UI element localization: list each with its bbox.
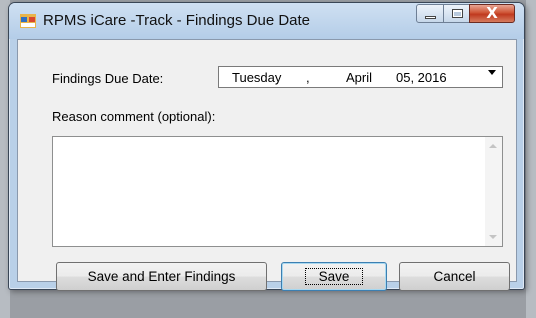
close-icon: X — [486, 4, 498, 22]
dialog-client-area: Findings Due Date: Tuesday , April 05, 2… — [17, 39, 517, 291]
save-button[interactable]: Save — [281, 262, 387, 291]
minimize-icon — [425, 16, 436, 19]
findings-due-date-label: Findings Due Date: — [52, 71, 164, 86]
dialog-window: RPMS iCare -Track - Findings Due Date X … — [8, 2, 525, 291]
date-separator: , — [306, 70, 310, 85]
chevron-down-icon[interactable] — [488, 70, 496, 75]
maximize-icon — [452, 9, 463, 18]
date-weekday[interactable]: Tuesday — [232, 70, 281, 85]
reason-comment-scrollbar[interactable] — [485, 137, 502, 246]
app-window-icon — [20, 14, 36, 28]
findings-due-date-picker[interactable]: Tuesday , April 05, 2016 — [218, 66, 503, 88]
date-day-year[interactable]: 05, 2016 — [396, 70, 447, 85]
date-month[interactable]: April — [346, 70, 372, 85]
minimize-button[interactable] — [416, 4, 444, 23]
window-title: RPMS iCare -Track - Findings Due Date — [43, 12, 311, 29]
title-bar[interactable]: RPMS iCare -Track - Findings Due Date X — [9, 3, 524, 39]
maximize-button[interactable] — [443, 4, 470, 23]
cancel-button[interactable]: Cancel — [399, 262, 510, 291]
desktop-background-right — [526, 0, 536, 318]
save-and-enter-findings-button[interactable]: Save and Enter Findings — [56, 262, 267, 291]
scroll-up-arrow-icon[interactable] — [489, 144, 497, 148]
reason-comment-label: Reason comment (optional): — [52, 109, 216, 124]
reason-comment-textarea[interactable] — [52, 136, 503, 247]
close-button[interactable]: X — [469, 4, 515, 23]
save-button-label: Save — [304, 268, 364, 285]
scroll-down-arrow-icon[interactable] — [489, 235, 497, 239]
